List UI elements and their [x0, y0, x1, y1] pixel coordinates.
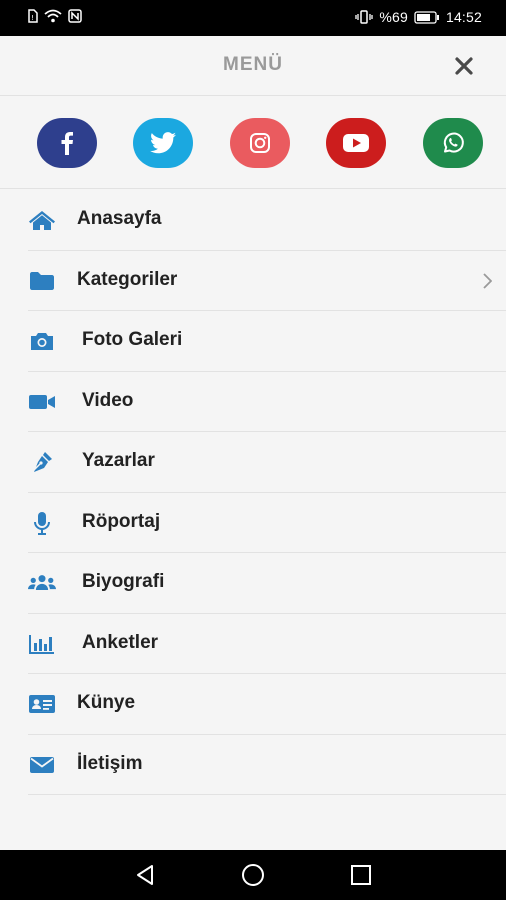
twitter-button[interactable]	[133, 118, 193, 168]
status-bar: ! %69 14:52	[0, 0, 506, 36]
nfc-icon	[68, 9, 82, 23]
back-button[interactable]	[133, 863, 157, 887]
youtube-button[interactable]	[326, 118, 386, 168]
youtube-icon	[343, 134, 369, 152]
whatsapp-button[interactable]	[423, 118, 483, 168]
menu-list: Anasayfa Kategoriler Foto Galeri Video Y…	[28, 190, 506, 795]
battery-icon	[414, 10, 439, 24]
menu-item-yazarlar[interactable]: Yazarlar	[28, 432, 506, 493]
status-right-icons: %69 14:52	[355, 9, 482, 25]
home-button[interactable]	[241, 863, 265, 887]
facebook-icon	[61, 132, 73, 155]
menu-item-label: Foto Galeri	[82, 329, 183, 350]
menu-header: MENÜ	[0, 36, 506, 96]
facebook-button[interactable]	[37, 118, 97, 168]
chevron-right-icon	[482, 272, 493, 294]
instagram-button[interactable]	[230, 118, 290, 168]
menu-item-label: Anasayfa	[77, 208, 162, 229]
close-icon	[455, 57, 473, 75]
menu-item-label: İletişim	[77, 752, 143, 774]
menu-item-label: Yazarlar	[82, 450, 155, 471]
twitter-icon	[150, 132, 176, 154]
close-button[interactable]	[452, 54, 476, 78]
social-links	[0, 97, 506, 189]
video-camera-icon	[28, 390, 56, 414]
menu-item-label: Anketler	[82, 631, 159, 653]
sim-card-icon: !	[28, 9, 38, 23]
menu-item-iletisim[interactable]: İletişim	[28, 735, 506, 795]
users-icon	[28, 571, 56, 595]
back-icon	[137, 865, 153, 885]
menu-item-roportaj[interactable]: Röportaj	[28, 493, 506, 553]
whatsapp-icon	[443, 132, 464, 153]
menu-item-anasayfa[interactable]: Anasayfa	[28, 190, 506, 251]
menu-item-label: Kategoriler	[77, 268, 178, 290]
id-card-icon	[28, 692, 56, 716]
wifi-icon	[44, 9, 62, 23]
folder-icon	[28, 269, 56, 293]
menu-item-foto-galeri[interactable]: Foto Galeri	[28, 311, 506, 372]
battery-percent: %69	[379, 9, 408, 25]
recents-button[interactable]	[349, 863, 373, 887]
menu-item-kunye[interactable]: Künye	[28, 674, 506, 735]
menu-item-label: Röportaj	[82, 510, 161, 532]
recents-icon	[351, 865, 371, 885]
microphone-icon	[28, 511, 56, 535]
menu-item-biyografi[interactable]: Biyografi	[28, 553, 506, 614]
status-left-icons: !	[28, 9, 82, 23]
camera-icon	[28, 329, 56, 353]
menu-item-label: Video	[82, 389, 134, 411]
clock: 14:52	[445, 9, 482, 25]
envelope-icon	[28, 753, 56, 777]
menu-item-label: Biyografi	[82, 571, 165, 592]
svg-text:!: !	[31, 14, 34, 22]
menu-item-anketler[interactable]: Anketler	[28, 614, 506, 674]
home-icon	[28, 208, 56, 232]
bar-chart-icon	[28, 632, 56, 656]
menu-item-kategoriler[interactable]: Kategoriler	[28, 251, 506, 311]
menu-item-video[interactable]: Video	[28, 372, 506, 432]
page-title: MENÜ	[223, 54, 283, 75]
home-circle-icon	[242, 864, 264, 886]
system-nav-bar	[0, 850, 506, 900]
menu-item-label: Künye	[77, 692, 136, 713]
instagram-icon	[250, 133, 270, 153]
vibrate-icon	[355, 10, 373, 24]
pen-icon	[28, 450, 56, 474]
